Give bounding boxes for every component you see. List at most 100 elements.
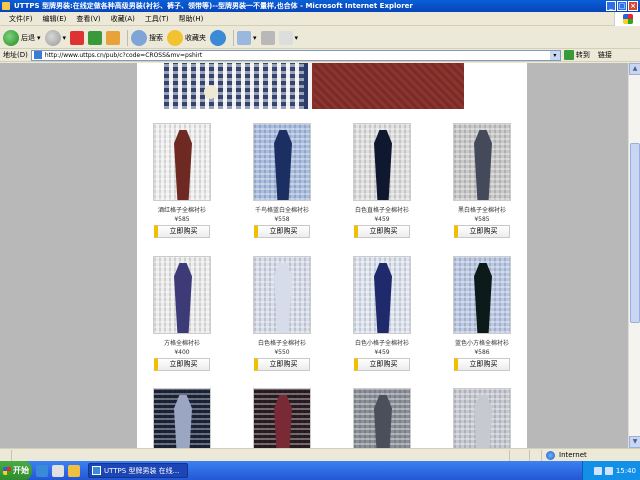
buy-now-button[interactable]: 立即购买	[254, 225, 310, 238]
printer-icon	[260, 30, 275, 45]
scroll-down-arrow-icon[interactable]: ▼	[629, 436, 640, 448]
globe-icon	[546, 450, 555, 460]
product-image[interactable]	[453, 388, 511, 448]
product-image[interactable]	[153, 256, 211, 334]
status-page-icon	[0, 449, 12, 461]
product-image[interactable]	[253, 388, 311, 448]
start-button[interactable]: 开始	[0, 461, 32, 480]
quicklaunch-desktop-icon[interactable]	[52, 464, 64, 477]
edit-button[interactable]: ▾	[278, 30, 299, 45]
product-image[interactable]	[453, 123, 511, 201]
menu-help[interactable]: 帮助(H)	[174, 14, 209, 24]
status-text	[12, 449, 510, 461]
tie-graphic	[274, 130, 292, 200]
mail-dropdown-icon[interactable]: ▾	[253, 34, 257, 42]
back-label: 后退	[21, 33, 35, 42]
toolbar: 后退 ▾ ▾ 搜索 收藏夹 ▾ ▾	[0, 27, 640, 49]
product-card: 白色直格子全棉衬衫 ¥459 立即购买	[337, 123, 427, 238]
menu-bar: 文件(F) 编辑(E) 查看(V) 收藏(A) 工具(T) 帮助(H)	[0, 12, 640, 26]
close-button[interactable]: ×	[628, 1, 638, 11]
stop-button[interactable]	[70, 30, 85, 45]
menu-file[interactable]: 文件(F)	[4, 14, 38, 24]
forward-button[interactable]: ▾	[44, 29, 67, 46]
edit-dropdown-icon[interactable]: ▾	[295, 34, 299, 42]
taskbar-item-ie[interactable]: UTTPS 型牌男装 在线...	[88, 463, 188, 478]
edit-page-icon	[278, 30, 293, 45]
vertical-scrollbar[interactable]: ▲ ▼	[628, 63, 640, 448]
status-bar: Internet	[0, 448, 640, 461]
scroll-up-arrow-icon[interactable]: ▲	[629, 63, 640, 75]
tie-graphic	[274, 263, 292, 333]
product-image[interactable]	[153, 123, 211, 201]
mail-button[interactable]: ▾	[237, 30, 257, 45]
back-arrow-icon	[3, 29, 19, 46]
search-button[interactable]: 搜索	[131, 29, 163, 46]
buy-now-button[interactable]: 立即购买	[454, 358, 510, 371]
volume-icon[interactable]	[604, 466, 613, 475]
menu-edit[interactable]: 编辑(E)	[38, 14, 72, 24]
product-price: ¥459	[374, 349, 390, 356]
menu-tools[interactable]: 工具(T)	[140, 14, 174, 24]
tie-graphic	[174, 395, 192, 448]
product-image[interactable]	[353, 256, 411, 334]
toolbar-divider	[233, 29, 235, 46]
quicklaunch-folder-icon[interactable]	[68, 464, 80, 477]
product-image[interactable]	[253, 123, 311, 201]
address-bar: 地址(D) http://www.uttps.cn/pub/c?code=CRO…	[0, 49, 640, 62]
favorites-label: 收藏夹	[185, 33, 207, 42]
refresh-icon	[88, 30, 103, 45]
product-card: 千鸟格蓝白全棉衬衫 ¥558 立即购买	[237, 123, 327, 238]
buy-now-button[interactable]: 立即购买	[254, 358, 310, 371]
favorites-button[interactable]: 收藏夹	[167, 29, 207, 46]
menu-view[interactable]: 查看(V)	[71, 14, 105, 24]
status-zone: Internet	[542, 450, 587, 460]
address-dropdown-icon[interactable]: ▾	[549, 50, 560, 60]
product-image[interactable]	[353, 388, 411, 448]
windows-logo-icon	[3, 466, 11, 475]
refresh-button[interactable]	[88, 30, 103, 45]
window-title: UTTPS 型牌男装:在线定做各种高级男装(衬衫、裤子、领带等)--型牌男装一不…	[14, 2, 413, 10]
back-dropdown-icon[interactable]: ▾	[37, 34, 41, 42]
product-card: 酒红格子全棉衬衫 ¥585 立即购买	[137, 123, 227, 238]
scrollbar-thumb[interactable]	[630, 143, 640, 323]
tie-graphic	[474, 130, 492, 200]
search-icon	[131, 29, 148, 46]
product-image[interactable]	[453, 256, 511, 334]
product-name: 白色直格子全棉衬衫	[354, 207, 409, 214]
forward-dropdown-icon[interactable]: ▾	[63, 34, 67, 42]
network-icon[interactable]	[593, 466, 602, 475]
status-segment	[510, 449, 530, 461]
menu-favorites[interactable]: 收藏(A)	[106, 14, 140, 24]
address-url: http://www.uttps.cn/pub/c?code=CROSS&mv=…	[44, 51, 203, 59]
media-button[interactable]	[210, 29, 227, 46]
links-button[interactable]: 链接	[598, 50, 612, 60]
product-image[interactable]	[153, 388, 211, 448]
quicklaunch-ie-icon[interactable]	[36, 464, 48, 477]
buy-now-button[interactable]: 立即购买	[454, 225, 510, 238]
address-input[interactable]: http://www.uttps.cn/pub/c?code=CROSS&mv=…	[30, 49, 561, 61]
stop-icon	[70, 30, 85, 45]
back-button[interactable]: 后退 ▾	[3, 29, 41, 46]
task-label: UTTPS 型牌男装 在线...	[104, 466, 180, 475]
banner-shirt-button	[204, 85, 218, 99]
home-button[interactable]	[106, 30, 121, 45]
product-name: 白色小格子全棉衬衫	[354, 340, 409, 347]
product-page: 酒红格子全棉衬衫 ¥585 立即购买 千鸟格蓝白全棉衬衫 ¥558 立即购买 白色直格子全棉…	[137, 63, 527, 448]
buy-now-button[interactable]: 立即购买	[354, 225, 410, 238]
product-image[interactable]	[353, 123, 411, 201]
buy-now-button[interactable]: 立即购买	[354, 358, 410, 371]
windows-logo-icon	[614, 12, 640, 26]
go-button[interactable]: 转到	[563, 50, 590, 60]
product-image[interactable]	[253, 256, 311, 334]
start-label: 开始	[13, 466, 29, 475]
minimize-button[interactable]: _	[606, 1, 616, 11]
tie-graphic	[274, 395, 292, 448]
buy-now-button[interactable]: 立即购买	[154, 225, 210, 238]
tie-graphic	[174, 130, 192, 200]
product-price: ¥585	[474, 216, 490, 223]
buy-now-button[interactable]: 立即购买	[154, 358, 210, 371]
print-button[interactable]	[260, 30, 275, 45]
maximize-button[interactable]: □	[617, 1, 627, 11]
product-card: 方格全棉衬衫 ¥400 立即购买	[137, 256, 227, 371]
product-price: ¥558	[274, 216, 290, 223]
